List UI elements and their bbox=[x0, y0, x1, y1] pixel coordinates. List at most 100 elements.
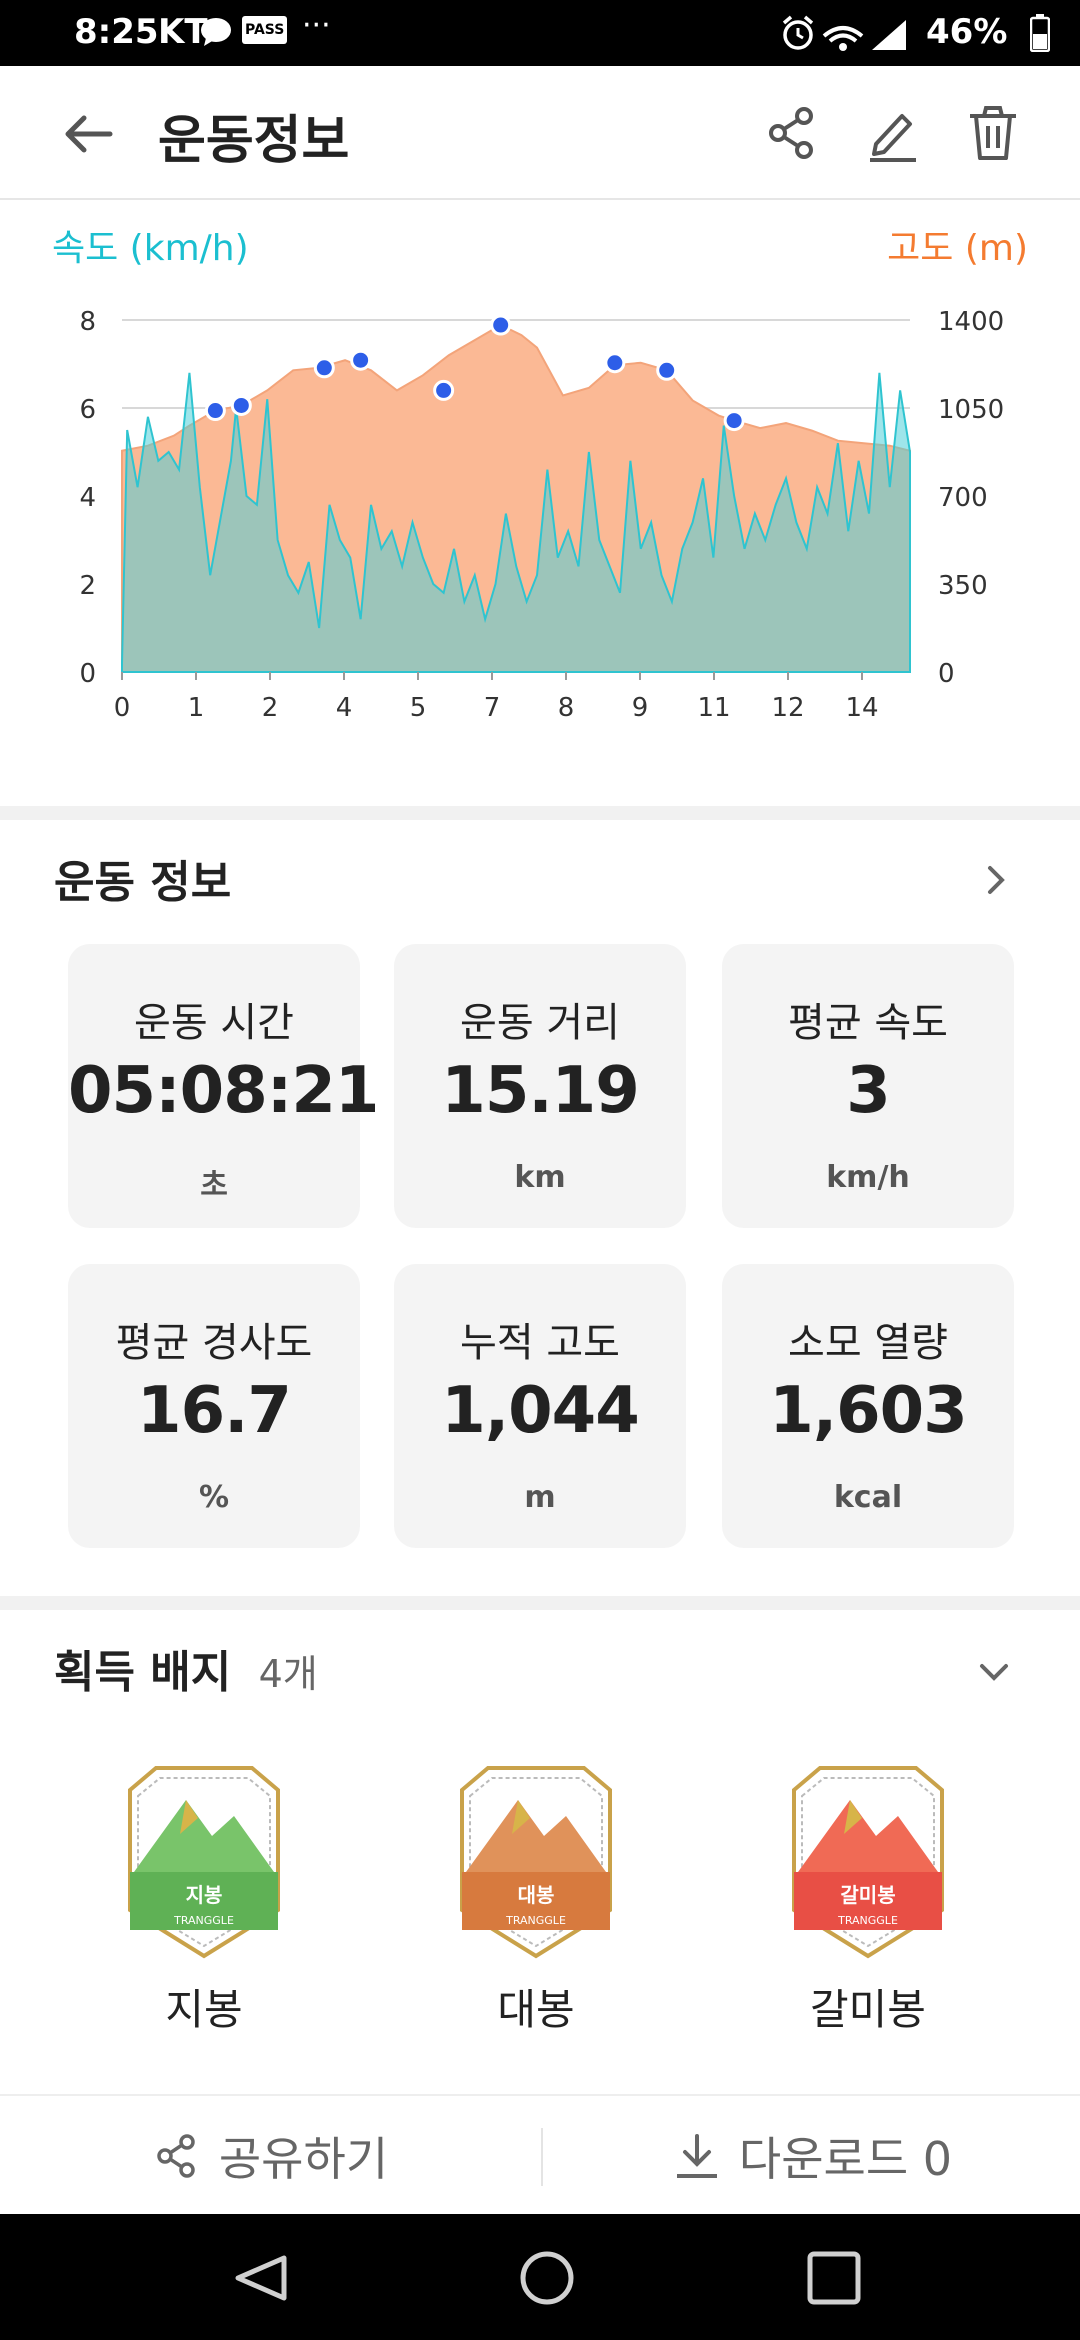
stat-unit: m bbox=[524, 1480, 556, 1515]
right-axis-label: 고도 (m) bbox=[887, 228, 1028, 269]
badge-inner-label: 대봉 bbox=[518, 1883, 555, 1907]
badge-inner-label: 갈미봉 bbox=[840, 1883, 895, 1907]
y-left-tick-label: 8 bbox=[79, 307, 96, 337]
stat-label: 운동 거리 bbox=[460, 1000, 620, 1046]
mountain-badge-icon: 대봉 TRANGGLE bbox=[460, 1766, 612, 1959]
battery-icon bbox=[1029, 14, 1051, 56]
badge-name: 갈미봉 bbox=[810, 1985, 926, 2034]
share-icon[interactable] bbox=[762, 102, 824, 164]
y-left-tick-label: 0 bbox=[79, 659, 96, 689]
section-divider bbox=[0, 806, 1080, 820]
battery-percentage: 46% bbox=[926, 12, 1008, 52]
mountain-badge-icon: 지봉 TRANGGLE bbox=[128, 1766, 280, 1959]
stat-value: 05:08:21 bbox=[68, 1054, 379, 1128]
y-right-tick-label: 700 bbox=[938, 483, 988, 513]
stat-card-calories: 소모 열량 1,603 kcal bbox=[722, 1264, 1014, 1548]
status-time: 8:25 bbox=[74, 12, 159, 52]
waypoint-marker bbox=[604, 352, 626, 374]
x-tick-label: 14 bbox=[845, 693, 878, 723]
waypoint-marker bbox=[723, 410, 745, 432]
waypoint-marker bbox=[656, 359, 678, 381]
badge-item[interactable]: 지봉 TRANGGLE 지봉 bbox=[114, 1760, 294, 2037]
stat-label: 운동 시간 bbox=[134, 1000, 294, 1046]
stat-unit: kcal bbox=[833, 1480, 903, 1515]
stat-value: 16.7 bbox=[137, 1374, 292, 1448]
system-nav-bar bbox=[0, 2214, 1080, 2340]
chat-bubble-icon bbox=[200, 16, 234, 52]
nav-recents-icon[interactable] bbox=[807, 2251, 861, 2305]
x-tick-label: 5 bbox=[410, 693, 427, 723]
stat-unit: km/h bbox=[826, 1160, 910, 1195]
x-tick-label: 0 bbox=[114, 693, 131, 723]
nav-back-icon[interactable] bbox=[235, 2255, 287, 2301]
status-bar: 8:25 KT PASS ··· 46% bbox=[0, 0, 1080, 66]
status-icons bbox=[780, 14, 1050, 54]
info-section-title: 운동 정보 bbox=[54, 857, 232, 908]
speed-altitude-chart: 속도 (km/h) 고도 (m) 8 6 4 2 0 1400 1050 700 350 0 0… bbox=[0, 200, 1080, 806]
stat-value: 15.19 bbox=[441, 1054, 639, 1128]
stat-card-elevation-gain: 누적 고도 1,044 m bbox=[394, 1264, 686, 1548]
download-button[interactable]: 다운로드 0 bbox=[543, 2096, 1080, 2216]
more-notifications-icon: ··· bbox=[302, 8, 331, 43]
x-tick-label: 1 bbox=[188, 693, 205, 723]
y-right-tick-label: 1400 bbox=[938, 307, 1004, 337]
waypoint-marker bbox=[350, 349, 372, 371]
badges-count: 4개 bbox=[258, 1652, 318, 1696]
badge-name: 대봉 bbox=[497, 1985, 575, 2034]
delete-icon[interactable] bbox=[962, 102, 1024, 164]
y-left-tick-label: 4 bbox=[79, 483, 96, 513]
share-button[interactable]: 공유하기 bbox=[0, 2096, 541, 2216]
waypoint-marker bbox=[490, 314, 512, 336]
badge-brand-label: TRANGGLE bbox=[173, 1914, 234, 1927]
chevron-right-icon[interactable] bbox=[976, 860, 1016, 900]
badge-inner-label: 지봉 bbox=[186, 1883, 223, 1907]
y-right-tick-label: 350 bbox=[938, 571, 988, 601]
badge-brand-label: TRANGGLE bbox=[837, 1914, 898, 1927]
bottom-action-bar: 공유하기 다운로드 0 bbox=[0, 2094, 1080, 2214]
stat-card-time: 운동 시간 05:08:21 초 bbox=[68, 944, 379, 1228]
waypoint-marker bbox=[313, 357, 335, 379]
share-icon bbox=[157, 2134, 195, 2178]
download-label: 다운로드 0 bbox=[738, 2132, 953, 2186]
y-left-tick-label: 2 bbox=[79, 571, 96, 601]
waypoint-marker bbox=[204, 400, 226, 422]
stat-card-avg-speed: 평균 속도 3 km/h bbox=[722, 944, 1014, 1228]
chevron-down-icon[interactable] bbox=[974, 1652, 1014, 1692]
stat-unit: 초 bbox=[200, 1168, 228, 1203]
x-tick-label: 11 bbox=[697, 693, 730, 723]
x-tick-label: 8 bbox=[558, 693, 575, 723]
x-tick-label: 9 bbox=[632, 693, 649, 723]
share-label: 공유하기 bbox=[218, 2132, 389, 2186]
stat-unit: km bbox=[514, 1160, 566, 1195]
y-left-tick-label: 6 bbox=[79, 395, 96, 425]
back-arrow-icon[interactable] bbox=[58, 104, 118, 164]
stat-label: 평균 경사도 bbox=[115, 1320, 313, 1366]
badges-title: 획득 배지 bbox=[54, 1647, 232, 1698]
stat-unit: % bbox=[198, 1480, 230, 1515]
alarm-icon bbox=[782, 15, 906, 51]
nav-home-icon[interactable] bbox=[520, 2251, 574, 2305]
pass-app-icon: PASS bbox=[242, 16, 288, 44]
y-right-tick-label: 1050 bbox=[938, 395, 1004, 425]
edit-icon[interactable] bbox=[862, 102, 924, 164]
stat-value: 3 bbox=[846, 1054, 891, 1128]
download-icon bbox=[676, 2134, 717, 2178]
x-tick-label: 2 bbox=[262, 693, 279, 723]
badge-item[interactable]: 갈미봉 TRANGGLE 갈미봉 bbox=[778, 1760, 958, 2037]
stat-card-distance: 운동 거리 15.19 km bbox=[394, 944, 686, 1228]
stat-label: 소모 열량 bbox=[788, 1320, 948, 1366]
stat-value: 1,044 bbox=[441, 1374, 639, 1448]
badges-section-title: 획득 배지 4개 bbox=[54, 1636, 318, 1700]
left-axis-label: 속도 (km/h) bbox=[52, 228, 249, 269]
waypoint-marker bbox=[230, 394, 252, 416]
waypoint-marker bbox=[433, 379, 455, 401]
page-title: 운동정보 bbox=[158, 111, 350, 171]
badge-item[interactable]: 대봉 TRANGGLE 대봉 bbox=[446, 1760, 626, 2037]
y-right-tick-label: 0 bbox=[938, 659, 955, 689]
stat-label: 평균 속도 bbox=[788, 1000, 948, 1046]
stat-value: 1,603 bbox=[769, 1374, 967, 1448]
badge-name: 지봉 bbox=[165, 1985, 243, 2034]
x-tick-label: 4 bbox=[336, 693, 353, 723]
mountain-badge-icon: 갈미봉 TRANGGLE bbox=[792, 1766, 944, 1959]
badge-brand-label: TRANGGLE bbox=[505, 1914, 566, 1927]
